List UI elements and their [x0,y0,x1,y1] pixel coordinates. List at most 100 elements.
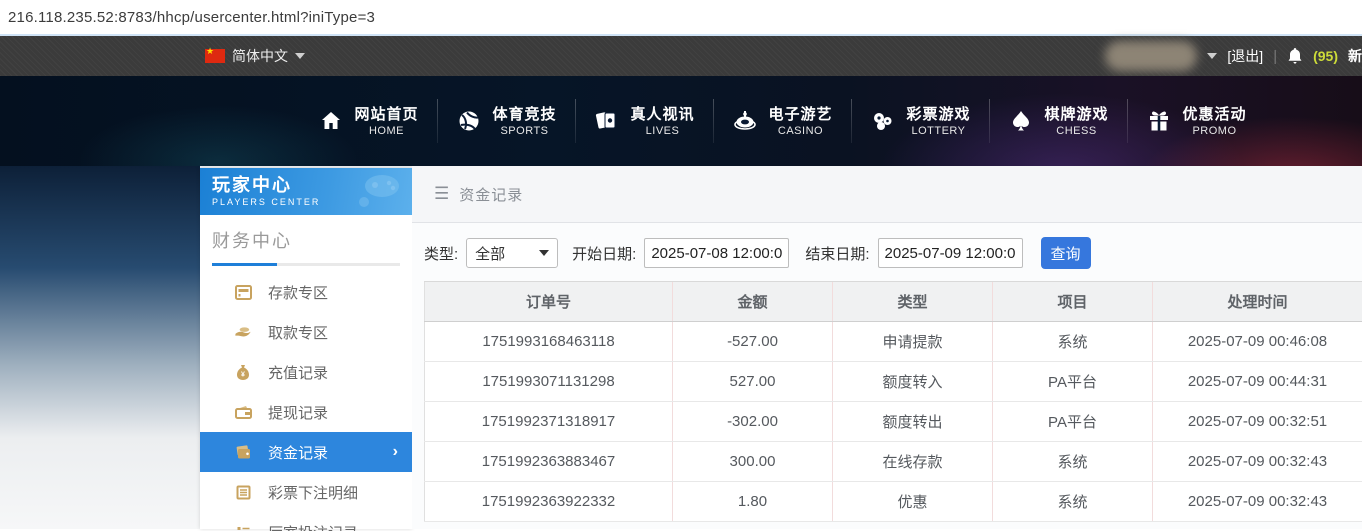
column-header: 金额 [672,281,833,322]
nav-label-en: PROMO [1192,124,1237,137]
column-header: 订单号 [424,281,673,322]
table-cell: 2025-07-09 00:32:43 [1152,441,1362,482]
chevron-down-icon [295,53,305,59]
sidebar-item-label: 存款专区 [268,284,329,302]
column-header: 项目 [992,281,1153,322]
start-date-input[interactable] [644,238,790,268]
nav-item-home[interactable]: 网站首页 HOME [300,105,437,138]
table-cell: -527.00 [672,321,833,362]
notification-new-label[interactable]: 新 [1348,46,1362,66]
type-select[interactable]: 全部 [466,238,559,268]
nav-label-en: CHESS [1056,124,1097,137]
sidebar-header: 玩家中心 PLAYERS CENTER [200,168,412,215]
table-cell: 300.00 [672,441,833,482]
notification-count[interactable]: (95) [1313,48,1338,64]
type-label: 类型: [424,245,459,263]
sidebar-item-资金记录[interactable]: 资金记录 › [200,432,412,472]
table-cell: 1751992363922332 [424,481,673,522]
table-cell: PA平台 [992,361,1153,402]
table-cell: 2025-07-09 00:32:43 [1152,481,1362,522]
nav-label-cn: 优惠活动 [1182,105,1247,123]
sidebar-item-取款专区[interactable]: 取款专区 [200,312,412,352]
page-url[interactable]: 216.118.235.52:8783/hhcp/usercenter.html… [8,9,375,26]
nav-label-cn: 棋牌游戏 [1044,105,1109,123]
withdraw-hand-icon [234,323,252,341]
table-row: 1751992363883467 300.00 在线存款 系统 2025-07-09 0… [424,441,1362,482]
select-chevron-icon [539,250,550,256]
logout-link[interactable]: [退出] [1227,46,1263,66]
purse-icon [234,443,252,461]
table-cell: 申请提款 [832,321,993,362]
nav-label-cn: 真人视讯 [630,105,695,123]
table-header-row: 订单号 金额 类型 项目 处理时间 [424,281,1362,322]
table-cell: 系统 [992,441,1153,482]
divider: | [1273,47,1278,65]
table-row: 1751993168463118 -527.00 申请提款 系统 2025-07-09 … [424,321,1362,362]
nav-label-cn: 彩票游戏 [906,105,971,123]
sidebar-item-充值记录[interactable]: ¥ 充值记录 [200,352,412,392]
spade-icon [1008,108,1034,134]
table-cell: 1751992363883467 [424,441,673,482]
hamburger-icon[interactable]: ☰ [434,184,449,204]
table-cell: 额度转出 [832,401,993,442]
document-icon [234,483,252,501]
table-cell: 额度转入 [832,361,993,402]
user-menu-chevron-icon[interactable] [1207,53,1218,59]
table-cell: 在线存款 [832,441,993,482]
nav-label-en: HOME [368,124,404,137]
column-header: 类型 [832,281,993,322]
nav-item-lottery[interactable]: 彩票游戏 LOTTERY [852,105,989,138]
table-row: 1751992363922332 1.80 优惠 系统 2025-07-09 00:32… [424,481,1362,522]
table-cell: 优惠 [832,481,993,522]
bell-icon[interactable] [1287,47,1303,65]
nav-item-chess[interactable]: 棋牌游戏 CHESS [990,105,1127,138]
table-cell: 2025-07-09 00:46:08 [1152,321,1362,362]
top-bar: 简体中文 [退出] | (95) 新 [0,36,1362,76]
nav-item-sports[interactable]: 体育竞技 SPORTS [438,105,575,138]
end-date-input[interactable] [877,238,1023,268]
china-flag-icon [205,46,225,63]
wallet-icon [234,403,252,421]
username-redacted[interactable] [1105,41,1198,71]
nav-label-en: LOTTERY [911,124,966,137]
main-nav: 网站首页 HOME 体育竞技 SPORTS 真人视讯 LIVES 电子游艺 CASINO 彩票游… [0,76,1362,166]
deposit-icon [234,283,252,301]
svg-text:¥: ¥ [241,371,245,378]
background-gradient [0,166,200,529]
table-cell: 系统 [992,321,1153,362]
table-cell: 2025-07-09 00:32:51 [1152,401,1362,442]
breadcrumb: 资金记录 [459,186,524,204]
sidebar-item-label: 资金记录 [268,444,329,462]
sidebar-item-提现记录[interactable]: 提现记录 [200,392,412,432]
moneybag-icon: ¥ [234,363,252,381]
table-cell: -302.00 [672,401,833,442]
table-row: 1751992371318917 -302.00 额度转出 PA平台 2025-07-0… [424,401,1362,442]
language-label: 简体中文 [232,48,288,64]
sidebar-item-label: 提现记录 [268,404,329,422]
lottery-balls-icon [870,108,896,134]
language-selector[interactable]: 简体中文 [205,46,305,66]
sidebar-item-label: 厅室投注记录 [268,522,358,531]
home-icon [318,108,344,134]
nav-label-cn: 体育竞技 [492,105,557,123]
sidebar-item-彩票下注明细[interactable]: 彩票下注明细 [200,472,412,512]
table-cell: 1751992371318917 [424,401,673,442]
sidebar-item-label: 彩票下注明细 [268,484,359,502]
sidebar-item-厅室投注记录[interactable]: 厅室投注记录 [200,512,412,531]
breadcrumb-bar: ☰ 资金记录 [412,166,1362,223]
nav-item-promo[interactable]: 优惠活动 PROMO [1128,105,1265,138]
main-content: ☰ 资金记录 类型: 全部 开始日期: 结束日期: 查询 订单号金额类型项目处理… [412,166,1362,529]
nav-label-en: SPORTS [500,124,549,137]
sidebar-item-存款专区[interactable]: 存款专区 [200,272,412,312]
page-body: 玩家中心 PLAYERS CENTER 财务中心 存款专区取款专区 ¥ 充值记录提现… [0,166,1362,531]
column-header: 处理时间 [1152,281,1362,322]
browser-url-bar: 216.118.235.52:8783/hhcp/usercenter.html… [0,0,1362,36]
query-button[interactable]: 查询 [1040,237,1091,269]
nav-item-lives[interactable]: 真人视讯 LIVES [576,105,713,138]
sports-ball-icon [456,108,482,134]
chevron-right-icon: › [392,443,398,460]
nav-item-casino[interactable]: 电子游艺 CASINO [714,105,851,138]
gift-icon [1146,108,1172,134]
table-row: 1751993071131298 527.00 额度转入 PA平台 2025-07-09… [424,361,1362,402]
sidebar-section-title: 财务中心 [212,231,292,251]
